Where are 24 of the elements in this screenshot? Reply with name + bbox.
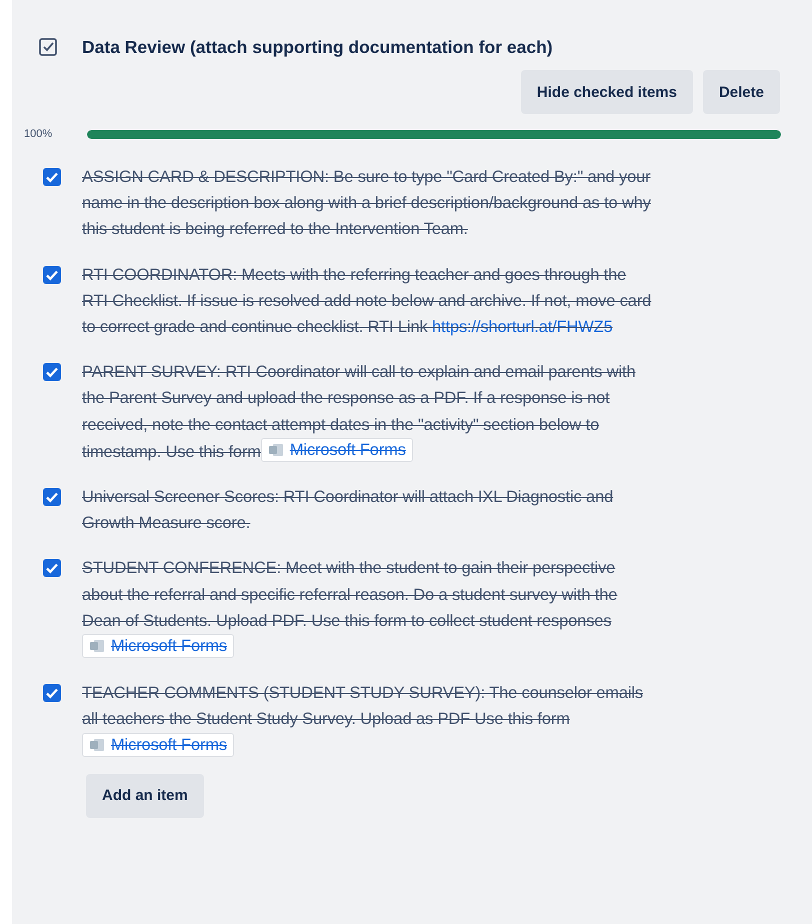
add-item-button[interactable]: Add an item	[86, 774, 204, 818]
checkbox[interactable]	[42, 487, 62, 508]
forms-link-chip[interactable]: Microsoft Forms	[82, 732, 234, 757]
checkbox[interactable]	[42, 362, 62, 382]
item-text: PARENT SURVEY: RTI Coordinator will call to explain and email parents with the Parent Survey and upload the response as a PDF. If a response is not received, note the contact attempt dates in the "activity" section below to timestamp. Use this form Microsoft Forms	[82, 363, 636, 461]
item-text: Universal Screener Scores: RTI Coordinator will attach IXL Diagnostic and Growth Measure score.	[82, 488, 614, 532]
checkbox[interactable]	[42, 264, 62, 285]
checklist-title: Data Review (attach supporting documentation for each)	[82, 36, 553, 58]
forms-link-chip[interactable]: Microsoft Forms	[82, 634, 234, 658]
checkbox[interactable]	[42, 167, 62, 187]
hide-checked-button[interactable]: Hide checked items	[520, 70, 693, 114]
item-text: TEACHER COMMENTS (STUDENT STUDY SURVEY): The counselor emails all teachers the Student Study Survey. Upload as PDF Use this form Microsoft Forms	[82, 684, 644, 756]
delete-button[interactable]: Delete	[702, 70, 780, 114]
item-text: STUDENT CONFERENCE: Meet with the student to gain their perspective about the referral and specific referral reason. Do a student survey with the Dean of Students. Upload PDF. Use this form to collect student responses Microsoft Forms	[82, 559, 618, 658]
checkbox[interactable]	[42, 683, 62, 704]
item-text: RTI COORDINATOR: Meets with the referring teacher and goes through the RTI Checklist. If issue is resolved add note below and archive. If not, move card to correct grade and continue checklist. RTI Link https://shorturl.at/FHWZ5	[82, 266, 652, 336]
checkbox[interactable]	[42, 558, 62, 578]
item-text: ASSIGN CARD & DESCRIPTION: Be sure to type "Card Created By:" and your name in the description box along with a brief description/background as to why this student is being referred to the Intervention Team.	[82, 168, 651, 238]
document-icon	[89, 738, 105, 752]
progress-percent: 100%	[23, 128, 54, 140]
forms-link-chip[interactable]: Microsoft Forms	[260, 438, 413, 462]
document-icon	[89, 639, 105, 654]
item-link[interactable]: https://shorturl.at/FHWZ5	[432, 318, 613, 336]
document-icon	[268, 442, 284, 457]
